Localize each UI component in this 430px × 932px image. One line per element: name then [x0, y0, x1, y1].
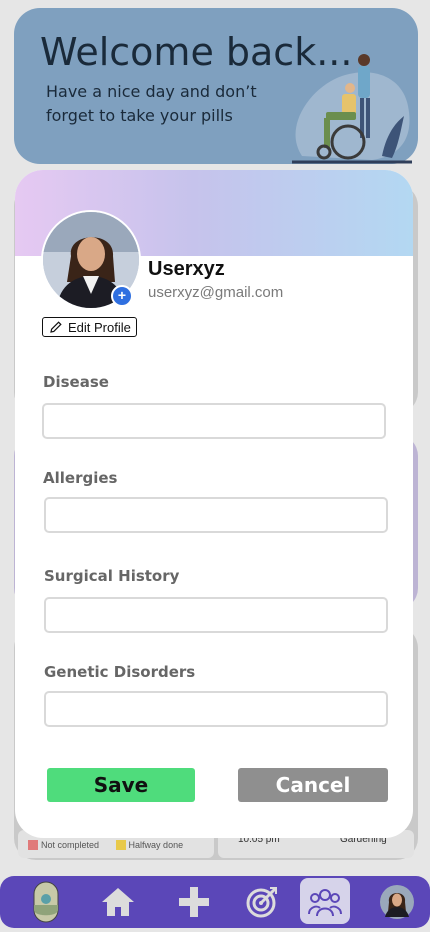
cancel-button[interactable]: Cancel — [238, 768, 388, 802]
nav-community-button[interactable] — [305, 882, 345, 922]
legend-label: Halfway done — [128, 840, 184, 850]
save-button[interactable]: Save — [47, 768, 195, 802]
legend-item: Halfway done — [115, 840, 184, 850]
legend-swatch — [115, 840, 126, 850]
legend-swatch — [28, 840, 38, 850]
bottom-nav — [0, 876, 430, 928]
nav-add-button[interactable] — [174, 882, 214, 922]
banner-subtitle: Have a nice day and don’t forget to take… — [46, 82, 257, 125]
plus-icon — [179, 887, 209, 917]
surgical-history-field[interactable] — [44, 597, 388, 633]
pill-icon — [33, 881, 59, 923]
disease-field[interactable] — [42, 403, 386, 439]
target-icon — [246, 887, 277, 918]
community-icon — [308, 889, 342, 917]
legend-label: Not completed — [41, 840, 100, 850]
nav-pill-button[interactable] — [26, 881, 66, 923]
genetic-disorders-label: Genetic Disorders — [44, 663, 196, 681]
caregiver-wheelchair-illustration — [292, 54, 412, 164]
username: Userxyz — [148, 258, 225, 280]
pencil-icon — [50, 321, 62, 333]
add-photo-icon[interactable]: + — [111, 285, 133, 307]
edit-profile-button[interactable]: Edit Profile — [42, 317, 137, 337]
progress-legend: Not completed Halfway done — [28, 840, 218, 860]
nav-home-button[interactable] — [98, 882, 138, 922]
genetic-disorders-field[interactable] — [44, 691, 388, 727]
home-icon — [102, 888, 134, 916]
user-email: userxyz@gmail.com — [148, 284, 284, 301]
edit-profile-label: Edit Profile — [68, 319, 131, 335]
nav-goals-button[interactable] — [242, 882, 282, 922]
disease-label: Disease — [43, 373, 109, 391]
edit-profile-modal: + Userxyz userxyz@gmail.com Edit Profile… — [15, 170, 413, 838]
surgical-history-label: Surgical History — [44, 567, 180, 585]
profile-avatar — [380, 885, 414, 919]
allergies-field[interactable] — [44, 497, 388, 533]
nav-profile-button[interactable] — [377, 882, 417, 922]
legend-item: Not completed — [28, 840, 99, 850]
allergies-label: Allergies — [43, 469, 118, 487]
